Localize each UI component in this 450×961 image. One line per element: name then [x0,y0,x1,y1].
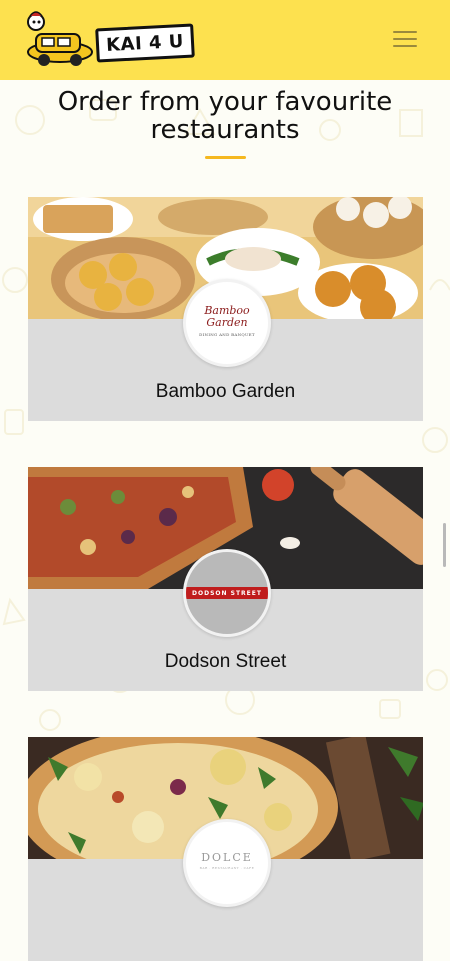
restaurant-name: Dodson Street [164,651,287,672]
logo-subtext: DINING AND BANQUET [199,332,255,337]
logo-subtext: BAR · RESTAURANT · CAFE [199,866,255,870]
logo-wordmark: KAI 4 U [95,23,195,63]
dodson-street-logo: DODSON STREET [183,549,271,637]
logo-text: Bamboo Garden [204,304,250,329]
logo-text: DODSON STREET [186,587,268,599]
kai-4-u-logo[interactable]: KAI 4 U [22,8,195,70]
app-header: KAI 4 U [0,0,450,80]
dolce-logo: DOLCE BAR · RESTAURANT · CAFE [183,819,271,907]
bamboo-garden-logo: Bamboo Garden DINING AND BANQUET [183,279,271,367]
page-scrollbar[interactable] [443,523,446,567]
restaurant-name: Bamboo Garden [155,381,296,402]
hamburger-menu-icon[interactable] [393,31,417,51]
title-underline [205,156,246,159]
page-title: Order from your favourite restaurants [57,87,393,145]
taxi-mascot-icon [27,11,93,66]
